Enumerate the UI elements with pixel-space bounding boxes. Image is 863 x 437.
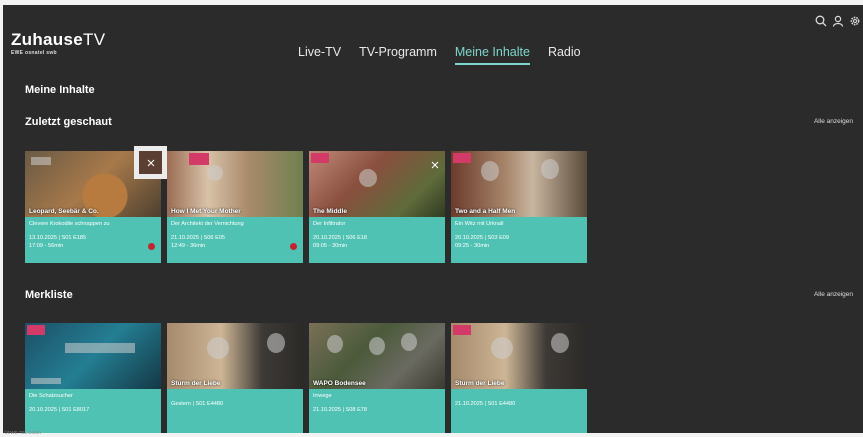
recent-section-title: Zuletzt geschaut <box>25 116 112 128</box>
episode-time: 09:05 - 30min <box>313 242 348 249</box>
recent-card-title: Leopard, Seebär & Co. <box>29 208 99 215</box>
recent-card[interactable]: Leopard, Seebär & Co. Clevere Krokodile … <box>25 146 167 263</box>
search-icon[interactable] <box>815 14 827 32</box>
recent-card-info: Clevere Krokodile schnappen zu 13.10.202… <box>25 217 161 263</box>
watchlist-card-title: Sturm der Liebe <box>455 380 505 387</box>
watchlist-show-all-link[interactable]: Alle anzeigen <box>814 291 853 298</box>
episode-date: 13.10.2025 | S01 E185 <box>29 235 87 241</box>
top-icons <box>815 14 861 32</box>
logo-partners: EWE osnatel swb <box>11 50 57 56</box>
episode-title: Der Architekt der Vernichtung <box>171 221 244 227</box>
episode-time: 12:49 - 36min <box>171 242 206 249</box>
recent-card-title: The Middle <box>313 208 347 215</box>
footer-copyright: ©EWE TEL GmbH <box>4 430 42 435</box>
episode-date: 21.10.2025 | S08 E78 <box>313 407 368 413</box>
nav-meine-inhalte[interactable]: Meine Inhalte <box>454 45 530 65</box>
watchlist-card-info: 21.10.2025 | S01 E4480 <box>451 389 587 433</box>
episode-date: 20.10.2025 | S06 E18 <box>313 235 368 241</box>
recent-card-info: Der Infiltrator 20.10.2025 | S06 E18 09:… <box>309 217 445 263</box>
watchlist-card[interactable]: Sturm der Liebe 21.10.2025 | S01 E4480 <box>451 323 587 433</box>
episode-date: 20.10.2025 | S03 E09 <box>455 235 510 241</box>
recent-card-thumbnail: How I Met Your Mother <box>167 151 303 217</box>
close-icon <box>147 154 155 172</box>
app-screen: ZuhauseTV EWE osnatel swb Live-TV TV-Pro… <box>3 5 863 433</box>
watchlist-card[interactable]: WAPO Bodensee Irrwege 21.10.2025 | S08 E… <box>309 323 445 433</box>
recent-card[interactable]: Two and a Half Men Ein Witz mit Urknall … <box>451 151 587 263</box>
watchlist-card-thumbnail <box>25 323 161 389</box>
recent-card-thumbnail: The Middle <box>309 151 445 217</box>
recent-card-title: How I Met Your Mother <box>171 208 241 215</box>
recent-card[interactable]: The Middle Der Infiltrator 20.10.2025 | … <box>309 151 445 263</box>
watchlist-card-title: Sturm der Liebe <box>171 380 221 387</box>
episode-title: Der Infiltrator <box>313 221 346 227</box>
nav-radio[interactable]: Radio <box>548 45 581 65</box>
recent-card-info: Der Architekt der Vernichtung 21.10.2025… <box>167 217 303 263</box>
settings-icon[interactable] <box>849 14 861 32</box>
recent-show-all-link[interactable]: Alle anzeigen <box>814 118 853 125</box>
episode-title: Ein Witz mit Urknall <box>455 221 504 227</box>
watchlist-card-info: Gestern | S01 E4480 <box>167 389 303 433</box>
watchlist-section-title: Merkliste <box>25 289 73 301</box>
recent-card-info: Ein Witz mit Urknall 20.10.2025 | S03 E0… <box>451 217 587 263</box>
watchlist-card-thumbnail: WAPO Bodensee <box>309 323 445 389</box>
recent-card-thumbnail: Two and a Half Men <box>451 151 587 217</box>
remove-button[interactable] <box>134 146 167 179</box>
episode-title: Irrwege <box>313 393 332 399</box>
episode-date: 20.10.2025 | S01 E8017 <box>29 407 90 413</box>
watchlist-card-thumbnail: Sturm der Liebe <box>167 323 303 389</box>
page-title: Meine Inhalte <box>25 84 95 96</box>
watchlist-card-thumbnail: Sturm der Liebe <box>451 323 587 389</box>
user-icon[interactable] <box>832 14 844 32</box>
close-icon[interactable] <box>431 156 439 174</box>
logo-text: ZuhauseTV <box>11 30 106 49</box>
watchlist-card[interactable]: Sturm der Liebe Gestern | S01 E4480 <box>167 323 303 433</box>
episode-date: 21.10.2025 | S01 E4480 <box>455 401 516 407</box>
watchlist-card-title: WAPO Bodensee <box>313 380 366 387</box>
progress-dot <box>290 243 297 250</box>
main-nav: Live-TV TV-Programm Meine Inhalte Radio <box>298 45 581 65</box>
watchlist-card-info: Die Schatzsucher 20.10.2025 | S01 E8017 <box>25 389 161 433</box>
progress-dot <box>148 243 155 250</box>
recent-card-title: Two and a Half Men <box>455 208 516 215</box>
recent-card[interactable]: How I Met Your Mother Der Architekt der … <box>167 151 303 263</box>
episode-date: 21.10.2025 | S06 E05 <box>171 235 226 241</box>
recent-row: Leopard, Seebär & Co. Clevere Krokodile … <box>25 146 587 263</box>
nav-live-tv[interactable]: Live-TV <box>298 45 341 65</box>
zuhausetv-logo: ZuhauseTV EWE osnatel swb <box>11 30 106 57</box>
episode-title: Die Schatzsucher <box>29 393 73 399</box>
episode-time: 17:09 - 56min <box>29 242 64 249</box>
watchlist-card[interactable]: Die Schatzsucher 20.10.2025 | S01 E8017 <box>25 323 161 433</box>
watchlist-card-info: Irrwege 21.10.2025 | S08 E78 <box>309 389 445 433</box>
episode-title: Clevere Krokodile schnappen zu <box>29 221 110 227</box>
episode-time: 09:25 - 30min <box>455 242 490 249</box>
episode-date: Gestern | S01 E4480 <box>171 401 224 407</box>
watchlist-row: Die Schatzsucher 20.10.2025 | S01 E8017 … <box>25 323 587 433</box>
nav-tv-programm[interactable]: TV-Programm <box>359 45 437 65</box>
